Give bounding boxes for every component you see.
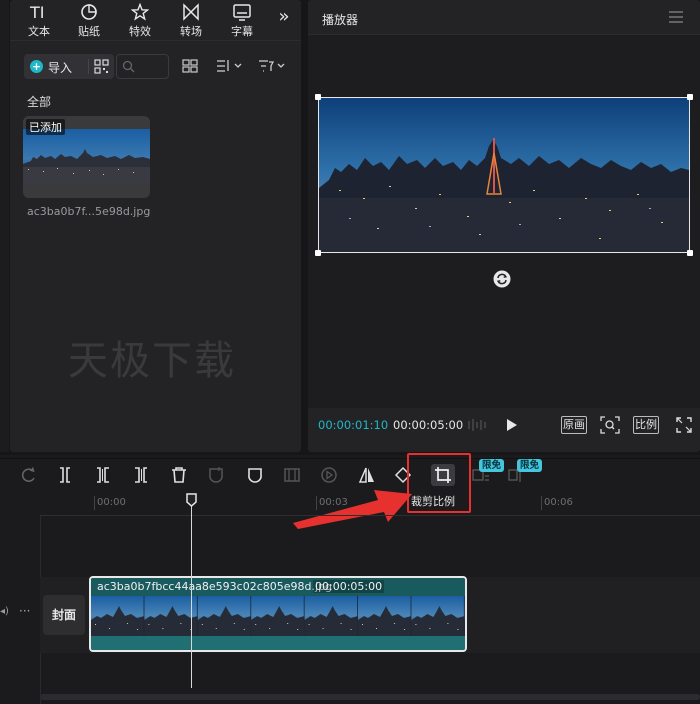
- tab-sticker[interactable]: 贴纸: [64, 2, 114, 38]
- city-night-preview: [319, 98, 689, 252]
- search-input[interactable]: [116, 54, 169, 79]
- rotate-icon[interactable]: [493, 270, 511, 288]
- qr-code-icon[interactable]: [94, 59, 109, 74]
- effects-star-icon: [115, 2, 165, 22]
- grid-view-icon[interactable]: [182, 59, 198, 73]
- clip-duration: 00:00:05:00: [313, 580, 385, 593]
- resize-handle-bottom-left[interactable]: [315, 250, 321, 256]
- ruler-label-3: 00:03: [319, 497, 348, 508]
- ruler-label-0: 00:00: [97, 497, 126, 508]
- waveform-icon[interactable]: [467, 418, 489, 432]
- player-title: 播放器: [322, 13, 359, 27]
- track-more-button[interactable]: ···: [19, 604, 30, 618]
- tabs-more-button[interactable]: »: [272, 2, 296, 38]
- svg-text:TI: TI: [29, 3, 45, 21]
- toolbar-divider: [0, 458, 700, 459]
- media-file-name: ac3ba0b7f...5e98d.jpg: [27, 205, 151, 218]
- trim-left-icon[interactable]: [94, 466, 112, 484]
- shield-plus-icon[interactable]: [207, 466, 225, 484]
- redo-icon[interactable]: [20, 466, 38, 484]
- annotation-arrow: [293, 490, 412, 529]
- current-time: 00:00:01:10: [318, 418, 389, 432]
- clip-header: ac3ba0b7fbcc44aa8e593c02c805e98d.jpg 00:…: [91, 578, 465, 596]
- free-badge: 限免: [479, 459, 505, 472]
- double-chevron-right-icon: »: [278, 5, 290, 27]
- section-label-all: 全部: [27, 95, 52, 109]
- tab-subtitle[interactable]: 字幕: [217, 2, 267, 38]
- playhead-line[interactable]: [191, 506, 192, 688]
- media-panel: TI 文本 贴纸 特效 转场 字幕 » + 导入 全部 已添加 ac3ba0b7…: [10, 0, 301, 452]
- tab-effects[interactable]: 特效: [115, 2, 165, 38]
- resize-handle-top-left[interactable]: [315, 94, 321, 100]
- ruler-tick: [94, 496, 95, 510]
- tabbar-divider: [10, 40, 301, 41]
- menu-icon[interactable]: [668, 10, 684, 24]
- sticker-icon: [64, 2, 114, 22]
- free-badge-2: 限免: [517, 459, 543, 472]
- resize-handle-bottom-right[interactable]: [687, 250, 693, 256]
- media-card[interactable]: 已添加: [23, 116, 150, 198]
- import-button-divider: [88, 59, 89, 74]
- ruler-label-6: 00:06: [544, 497, 573, 508]
- delete-icon[interactable]: [170, 466, 188, 484]
- left-edge-strip: [0, 0, 9, 452]
- resize-handle-top-right[interactable]: [687, 94, 693, 100]
- player-panel: 播放器 00:00:01:10 00:00:05:00 原画 比例: [308, 0, 700, 452]
- aspect-ratio-button[interactable]: 比例: [633, 416, 659, 434]
- play-icon[interactable]: [506, 418, 518, 432]
- timeline-scrollbar[interactable]: [40, 694, 700, 700]
- city-thumbnail-image: [23, 129, 150, 184]
- split-icon[interactable]: [56, 466, 74, 484]
- playhead-handle[interactable]: [186, 493, 197, 507]
- import-button[interactable]: + 导入: [24, 54, 114, 79]
- video-clip[interactable]: ac3ba0b7fbcc44aa8e593c02c805e98d.jpg 00:…: [89, 576, 467, 652]
- tab-text[interactable]: TI 文本: [14, 2, 64, 38]
- track-audio-icon[interactable]: ◂): [0, 606, 9, 617]
- ruler-tick: [316, 496, 317, 510]
- transition-icon: [166, 2, 216, 22]
- fullscreen-icon[interactable]: [676, 417, 692, 433]
- clip-footer: [91, 636, 465, 650]
- sort-icon[interactable]: [216, 59, 242, 73]
- watermark: 天极下载: [68, 338, 236, 384]
- filter-icon[interactable]: [258, 59, 286, 73]
- cover-button[interactable]: 封面: [43, 595, 85, 635]
- trim-right-icon[interactable]: [132, 466, 150, 484]
- text-tool-icon: TI: [14, 2, 64, 22]
- preview-image[interactable]: [315, 94, 693, 256]
- clip-name: ac3ba0b7fbcc44aa8e593c02c805e98d.jpg: [97, 580, 333, 593]
- added-badge: 已添加: [26, 119, 65, 135]
- total-time: 00:00:05:00: [393, 418, 464, 432]
- shield-icon[interactable]: [246, 466, 264, 484]
- plus-icon: +: [30, 60, 43, 73]
- ruler-tick: [541, 496, 542, 510]
- search-icon: [122, 60, 135, 73]
- subtitle-icon: [217, 2, 267, 22]
- fit-zoom-icon[interactable]: [600, 416, 620, 434]
- clip-thumbnail-strip: [91, 596, 465, 636]
- ruler-baseline: [40, 515, 700, 516]
- original-quality-button[interactable]: 原画: [561, 416, 587, 434]
- tab-transition[interactable]: 转场: [166, 2, 216, 38]
- crop-ratio-tooltip: 裁剪比例: [411, 495, 455, 508]
